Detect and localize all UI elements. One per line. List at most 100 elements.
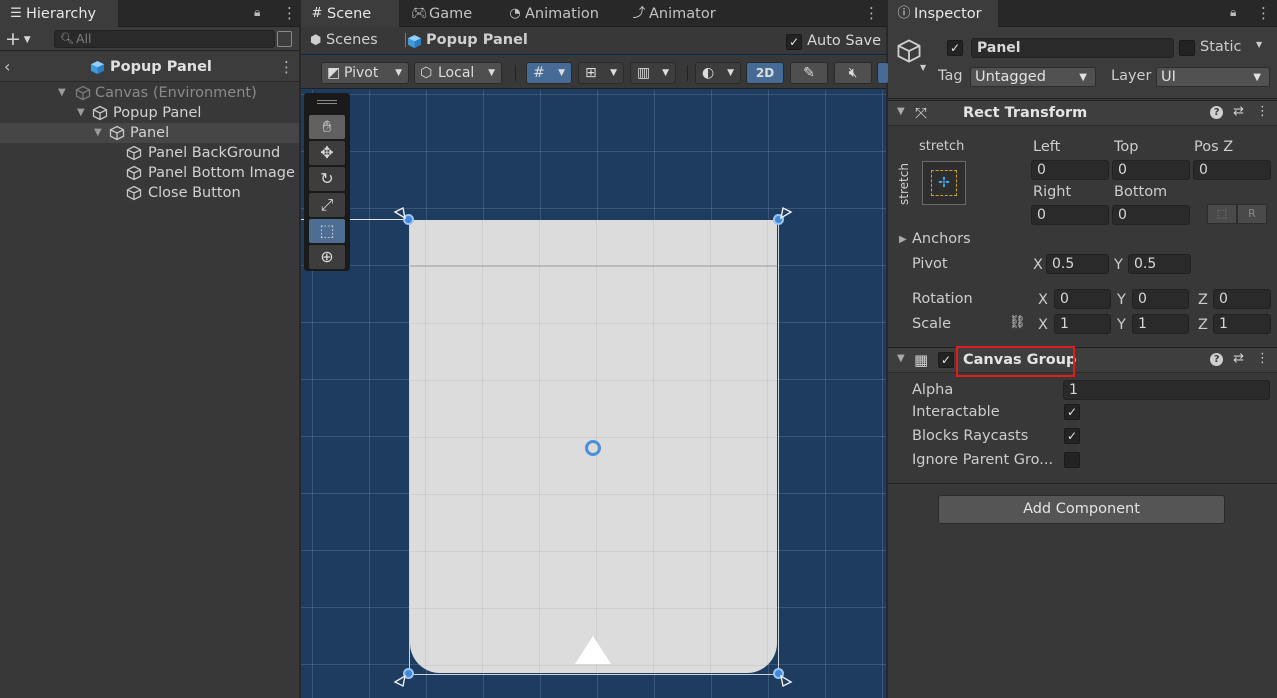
tree-item-panel-background[interactable]: Panel BackGround [0, 143, 299, 163]
component-menu-icon[interactable]: ⋮ [1256, 351, 1269, 366]
tree-item-canvas[interactable]: ▼ Canvas (Environment) [0, 83, 299, 103]
rotate-tool-button[interactable]: ↻ [309, 167, 345, 191]
scale-tool-button[interactable]: ⤢ [309, 193, 345, 217]
object-name-input[interactable]: Panel [971, 38, 1174, 58]
pivot-handle[interactable] [585, 440, 601, 456]
scale-z-input[interactable]: 1 [1213, 314, 1271, 334]
tree-item-close-button[interactable]: Close Button [0, 183, 299, 203]
raw-edit-button[interactable]: R [1237, 204, 1267, 224]
breadcrumb-scenes[interactable]: ⬢ Scenes [310, 32, 378, 48]
auto-save-checkbox[interactable]: ✓ [786, 34, 803, 50]
tab-scene[interactable]: # Scene [301, 0, 399, 27]
tab-hierarchy[interactable]: ☰ Hierarchy [0, 0, 118, 27]
blueprint-mode-button[interactable]: ⬚ [1207, 204, 1237, 224]
prefab-menu-icon[interactable]: ⋮ [279, 60, 294, 75]
tab-inspector[interactable]: ⓘ Inspector [888, 0, 998, 27]
pivot-y-input[interactable]: 0.5 [1128, 254, 1191, 274]
alpha-label: Alpha [912, 382, 954, 398]
active-checkbox[interactable]: ✓ [947, 40, 963, 56]
expand-arrow-icon[interactable]: ▼ [58, 83, 66, 103]
static-checkbox[interactable] [1179, 40, 1195, 56]
tab-animation[interactable]: ◔ Animation [499, 0, 617, 27]
lock-icon[interactable]: 🔒︎ [254, 5, 260, 20]
anchors-fold-icon[interactable]: ▶ [899, 234, 907, 245]
chevron-down-icon[interactable]: ▼ [920, 63, 926, 72]
scale-x-input[interactable]: 1 [1054, 314, 1111, 334]
component-menu-icon[interactable]: ⋮ [1256, 104, 1269, 119]
local-dropdown[interactable]: ⬡ Local ▼ [414, 62, 502, 84]
tree-item-panel[interactable]: ▼ Panel [0, 123, 299, 143]
scene-menu-icon[interactable]: ⋮ [864, 6, 879, 21]
rect-transform-header[interactable]: ▼ ⤧ Rect Transform ? ⇄ ⋮ [888, 100, 1277, 126]
static-dropdown-icon[interactable]: ▼ [1256, 40, 1262, 49]
pivot-x-input[interactable]: 0.5 [1046, 254, 1109, 274]
anchor-top-left-icon[interactable] [393, 206, 407, 220]
auto-save-toggle[interactable]: ✓ Auto Save [786, 33, 881, 50]
transform-icon: ⊕ [320, 247, 334, 266]
canvas-group-enabled-checkbox[interactable]: ✓ [938, 352, 954, 368]
gameobject-cube-icon[interactable] [896, 38, 922, 64]
unlink-icon[interactable]: ⛓︎ [1009, 315, 1026, 330]
lighting-toggle[interactable]: ✎ [790, 62, 828, 84]
presets-icon[interactable]: ⇄ [1233, 104, 1244, 119]
audio-toggle[interactable]: 🔇︎ [834, 62, 872, 84]
shading-sphere-icon: ◐ [702, 65, 715, 81]
layer-value: UI [1161, 69, 1176, 85]
2d-mode-toggle[interactable]: 2D [746, 62, 784, 84]
anchor-bottom-left-icon[interactable] [393, 674, 407, 688]
rotation-z-input[interactable]: 0 [1213, 289, 1271, 309]
anchor-bottom-right-icon[interactable] [779, 674, 793, 688]
hierarchy-search-input[interactable]: 🔍︎ All [54, 30, 275, 48]
add-component-button[interactable]: Add Component [938, 495, 1225, 524]
tree-item-popup-panel[interactable]: ▼ Popup Panel [0, 103, 299, 123]
breadcrumb-popup-panel[interactable]: Popup Panel [407, 32, 528, 49]
rotation-y-value: 0 [1138, 291, 1147, 307]
top-input[interactable]: 0 [1112, 160, 1190, 180]
scale-icon: ⤢ [320, 195, 334, 214]
ignore-parent-groups-checkbox[interactable] [1064, 452, 1080, 468]
anchor-preset-button[interactable]: ✢ [922, 161, 966, 205]
lock-icon[interactable]: 🔒︎ [1230, 5, 1236, 20]
right-input[interactable]: 0 [1031, 205, 1109, 225]
canvas-group-header[interactable]: ▼ ▦ ✓ Canvas Group ? ⇄ ⋮ [888, 347, 1277, 373]
hierarchy-menu-icon[interactable]: ⋮ [282, 6, 297, 21]
shading-mode-dropdown[interactable]: ◐ ▼ [695, 62, 741, 84]
tab-animator[interactable]: ⤴ Animator [623, 0, 733, 27]
presets-icon[interactable]: ⇄ [1233, 351, 1244, 366]
rect-tool-button[interactable]: ⬚ [309, 219, 345, 243]
anchors-label[interactable]: Anchors [912, 231, 971, 247]
palette-drag-handle[interactable] [317, 100, 337, 104]
blocks-raycasts-checkbox[interactable]: ✓ [1064, 428, 1080, 444]
snap-toggle[interactable]: ⊞ ▼ [578, 62, 624, 84]
rotation-x-input[interactable]: 0 [1054, 289, 1111, 309]
fold-arrow-icon[interactable]: ▼ [897, 353, 905, 364]
help-icon[interactable]: ? [1210, 106, 1224, 119]
scale-y-input[interactable]: 1 [1132, 314, 1189, 334]
pos-z-input[interactable]: 0 [1193, 160, 1271, 180]
layer-dropdown[interactable]: UI ▼ [1156, 67, 1270, 87]
expand-arrow-icon[interactable]: ▼ [94, 123, 102, 143]
increment-snap-button[interactable]: ▥ ▼ [630, 62, 676, 84]
anchor-top-right-icon[interactable] [779, 206, 793, 220]
fold-arrow-icon[interactable]: ▼ [897, 106, 905, 117]
help-icon[interactable]: ? [1210, 353, 1224, 366]
tag-dropdown[interactable]: Untagged ▼ [970, 67, 1096, 87]
move-tool-button[interactable]: ✥ [309, 141, 345, 165]
grid-toggle[interactable]: # ▼ [526, 62, 572, 84]
pivot-dropdown[interactable]: ◩ Pivot ▼ [321, 62, 409, 84]
create-button[interactable]: + ▼ [5, 28, 31, 54]
scene-viewport[interactable]: ✋︎ ✥ ↻ ⤢ ⬚ ⊕ [301, 90, 886, 698]
scene-picker-icon[interactable] [277, 31, 292, 47]
tab-game[interactable]: 🎮︎ Game [403, 0, 495, 27]
back-arrow-icon[interactable]: ‹ [4, 57, 10, 76]
interactable-checkbox[interactable]: ✓ [1064, 404, 1080, 420]
transform-tool-button[interactable]: ⊕ [309, 245, 345, 269]
expand-arrow-icon[interactable]: ▼ [77, 103, 85, 123]
rotation-y-input[interactable]: 0 [1132, 289, 1189, 309]
tree-item-panel-bottom-image[interactable]: Panel Bottom Image [0, 163, 299, 183]
left-input[interactable]: 0 [1031, 160, 1109, 180]
hand-tool-button[interactable]: ✋︎ [309, 115, 345, 139]
alpha-input[interactable]: 1 [1063, 380, 1270, 400]
bottom-input[interactable]: 0 [1112, 205, 1190, 225]
inspector-menu-icon[interactable]: ⋮ [1256, 6, 1271, 21]
